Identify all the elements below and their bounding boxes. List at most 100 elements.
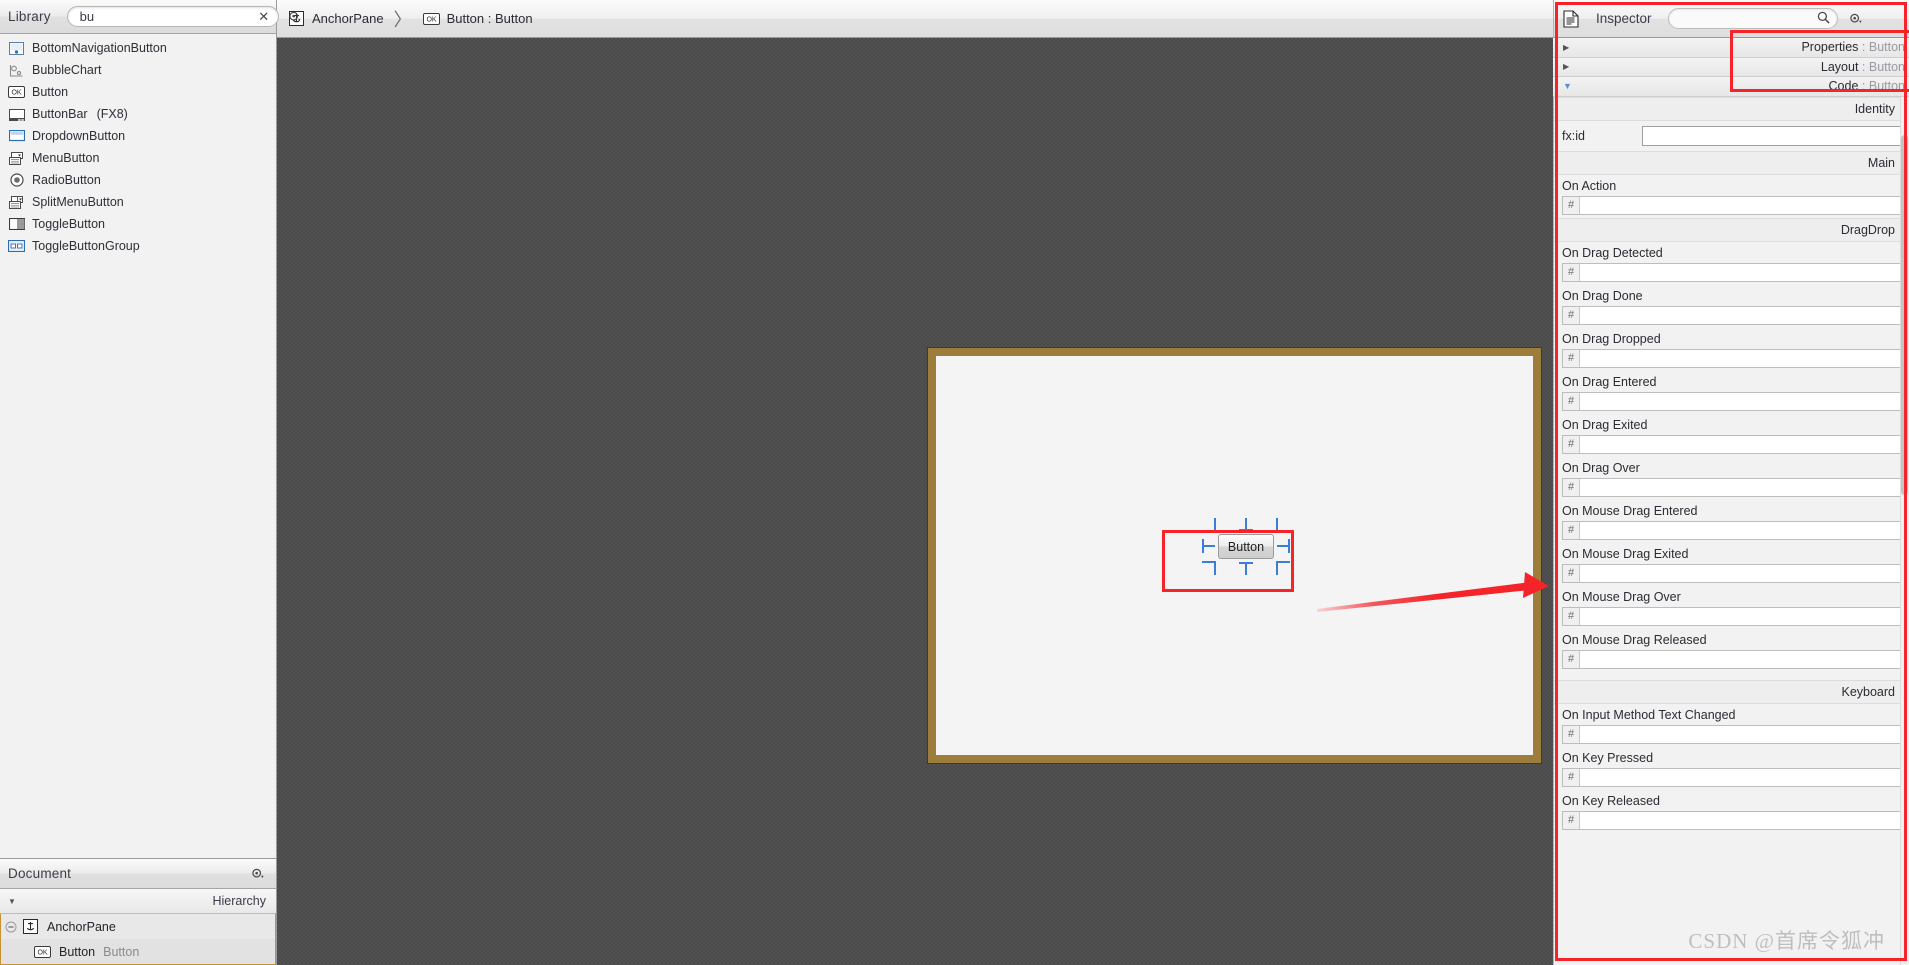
breadcrumb-separator: 〉 [393,9,412,30]
event-text-field[interactable] [1580,768,1900,786]
field-on-drag-detected: On Drag Detected # [1554,242,1909,285]
accordion-layout[interactable]: ▶ Layout : Button [1553,57,1909,77]
library-item-togglebuttongroup[interactable]: ToggleButtonGroup [0,235,276,257]
design-canvas[interactable]: Button [277,38,1553,965]
accordion-code[interactable]: ▼ Code : Button [1553,77,1909,97]
search-icon[interactable] [1817,11,1830,27]
event-text-field[interactable] [1580,263,1900,281]
field-fxid[interactable]: fx:id [1554,121,1909,151]
hash-icon: # [1563,263,1580,281]
event-text-field[interactable] [1580,650,1900,668]
toggle-button-group-icon [8,239,25,254]
breadcrumb: AnchorPane 〉 OK Button : Button [277,0,1553,38]
library-item-radiobutton[interactable]: RadioButton [0,169,276,191]
tree-node-button[interactable]: OK Button Button [1,939,275,964]
event-text-field[interactable] [1580,478,1900,496]
library-item-label: SplitMenuButton [32,195,124,209]
canvas-button[interactable]: Button [1218,534,1274,559]
event-text-field[interactable] [1580,349,1900,367]
inspector-scrollbar[interactable] [1900,96,1909,965]
close-icon[interactable]: ✕ [256,9,272,25]
chevron-right-icon[interactable]: ▶ [1563,43,1569,52]
chevron-right-icon[interactable]: ▶ [1563,62,1569,71]
breadcrumb-label: Button : Button [446,11,533,26]
scrollbar-thumb[interactable] [1901,134,1908,495]
hierarchy-header[interactable]: ▼ Hierarchy [0,889,276,914]
section-band-main: Main [1554,150,1909,175]
gear-icon[interactable] [248,864,268,884]
library-search[interactable]: ✕ [66,6,279,27]
scene-builder-window: Library ✕ BottomNavigationButton [0,0,1909,965]
event-input[interactable]: # [1562,724,1901,744]
field-label: On Drag Detected [1562,245,1663,260]
library-item-buttonbar[interactable]: ButtonBar (FX8) [0,103,276,125]
event-text-field[interactable] [1580,435,1900,453]
accordion-object: Button [1868,59,1905,74]
event-input[interactable]: # [1562,348,1901,368]
event-input[interactable]: # [1562,520,1901,540]
event-input[interactable]: # [1562,563,1901,583]
left-panel: Library ✕ BottomNavigationButton [0,0,301,965]
inspector-header: Inspector [1553,0,1909,38]
event-text-field[interactable] [1580,811,1900,829]
library-item-label: BottomNavigationButton [32,41,167,55]
chevron-down-icon[interactable]: ▼ [1563,81,1572,91]
library-item-bottomnavigationbutton[interactable]: BottomNavigationButton [0,37,276,59]
event-input[interactable]: # [1562,305,1901,325]
gear-icon[interactable] [1846,9,1866,29]
event-input[interactable]: # [1562,391,1901,411]
inspector-code-section[interactable]: Identity fx:id Main On Action # DragDrop… [1553,96,1909,965]
tree-node-label: AnchorPane [47,919,116,934]
library-item-dropdownbutton[interactable]: DropdownButton [0,125,276,147]
library-item-menubutton[interactable]: MenuButton [0,147,276,169]
document-panel: Document ▼ Hierarchy AnchorPane OK Butto… [0,858,276,965]
library-item-label: BubbleChart [32,63,102,77]
event-input[interactable]: # [1562,434,1901,454]
library-title: Library [8,9,51,24]
event-text-field[interactable] [1580,392,1900,410]
event-input[interactable]: # [1562,477,1901,497]
hash-icon: # [1563,725,1580,743]
event-text-field[interactable] [1580,521,1900,539]
event-text-field[interactable] [1580,725,1900,743]
document-icon[interactable] [1554,9,1588,28]
collapse-icon[interactable] [1,921,21,933]
inspector-search[interactable] [1667,8,1838,29]
library-header: Library ✕ [0,0,301,34]
library-item-splitmenubutton[interactable]: SplitMenuButton [0,191,276,213]
event-input[interactable]: # [1562,606,1901,626]
breadcrumb-item-button[interactable]: OK Button : Button [420,11,535,26]
event-text-field[interactable] [1580,564,1900,582]
event-input[interactable]: # [1562,649,1901,669]
accordion-label: Layout : Button [1820,59,1905,74]
field-label: On Drag Done [1562,288,1643,303]
library-item-button[interactable]: OK Button [0,81,276,103]
event-text-field[interactable] [1580,306,1900,324]
event-input[interactable]: # [1562,195,1901,215]
inspector-panel: Inspector ▶ Properties : Button ▶ Layout… [1553,0,1909,965]
library-item-bubblechart[interactable]: BubbleChart [0,59,276,81]
event-text-field[interactable] [1580,607,1900,625]
chevron-down-icon[interactable]: ▼ [8,897,16,906]
field-on-drag-over: On Drag Over # [1554,457,1909,500]
event-input[interactable]: # [1562,262,1901,282]
fxid-input[interactable] [1642,125,1903,146]
radio-button-icon [8,173,25,188]
library-item-togglebutton[interactable]: ToggleButton [0,213,276,235]
accordion-object: Button [1868,79,1905,94]
center-panel: AnchorPane 〉 OK Button : Button Button [277,0,1553,965]
gear-icon[interactable] [285,7,305,27]
event-input[interactable]: # [1562,810,1901,830]
field-label: On Drag Dropped [1562,331,1661,346]
event-text-field[interactable] [1580,196,1900,214]
tree-node-anchorpane[interactable]: AnchorPane [1,914,275,939]
section-band-keyboard: Keyboard [1554,679,1909,704]
accordion-properties[interactable]: ▶ Properties : Button [1553,38,1909,58]
field-label: On Mouse Drag Exited [1562,546,1689,561]
field-label: On Drag Over [1562,460,1640,475]
library-item-label: ButtonBar [32,107,88,121]
document-title: Document [8,866,72,881]
library-search-input[interactable] [79,9,256,24]
event-input[interactable]: # [1562,767,1901,787]
anchor-pane-root[interactable]: Button [928,348,1541,763]
